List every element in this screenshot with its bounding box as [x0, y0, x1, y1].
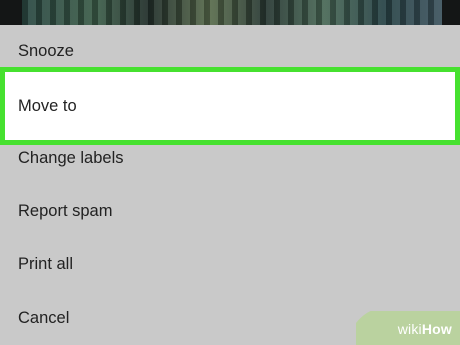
menu-item-change-labels[interactable]: Change labels — [0, 132, 460, 185]
menu-item-label: Report spam — [18, 202, 113, 220]
menu-item-label: Snooze — [18, 42, 74, 60]
background-photo — [0, 0, 460, 25]
menu-item-label: Move to — [18, 96, 77, 115]
menu-item-label: Print all — [18, 255, 74, 273]
wikihow-watermark: wikiHow — [356, 311, 460, 345]
watermark-suffix: How — [421, 321, 452, 337]
email-image-preview — [22, 0, 442, 25]
watermark-prefix: wiki — [397, 321, 422, 337]
menu-item-label: Change labels — [18, 149, 124, 167]
watermark-logo: wikiHow — [398, 321, 452, 337]
menu-item-report-spam[interactable]: Report spam — [0, 185, 460, 238]
action-sheet: Snooze Move to Change labels Report spam… — [0, 25, 460, 345]
menu-item-print-all[interactable]: Print all — [0, 238, 460, 291]
menu-item-label: Cancel — [18, 309, 70, 327]
